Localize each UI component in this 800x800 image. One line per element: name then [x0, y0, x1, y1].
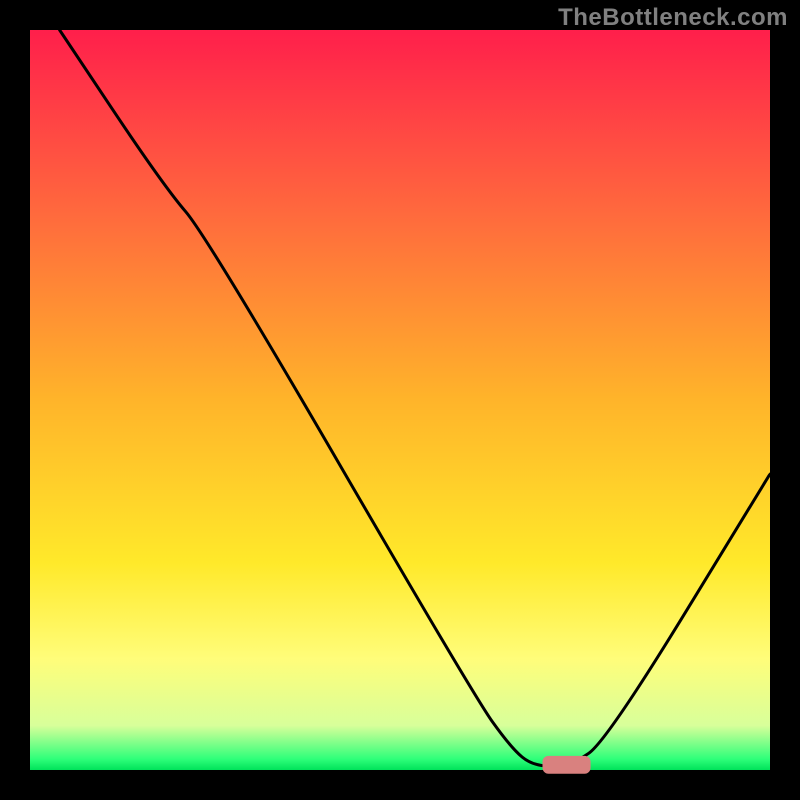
bottleneck-chart	[0, 0, 800, 800]
chart-container: TheBottleneck.com	[0, 0, 800, 800]
optimal-marker	[543, 756, 591, 774]
plot-background	[30, 30, 770, 770]
watermark-text: TheBottleneck.com	[558, 4, 788, 32]
